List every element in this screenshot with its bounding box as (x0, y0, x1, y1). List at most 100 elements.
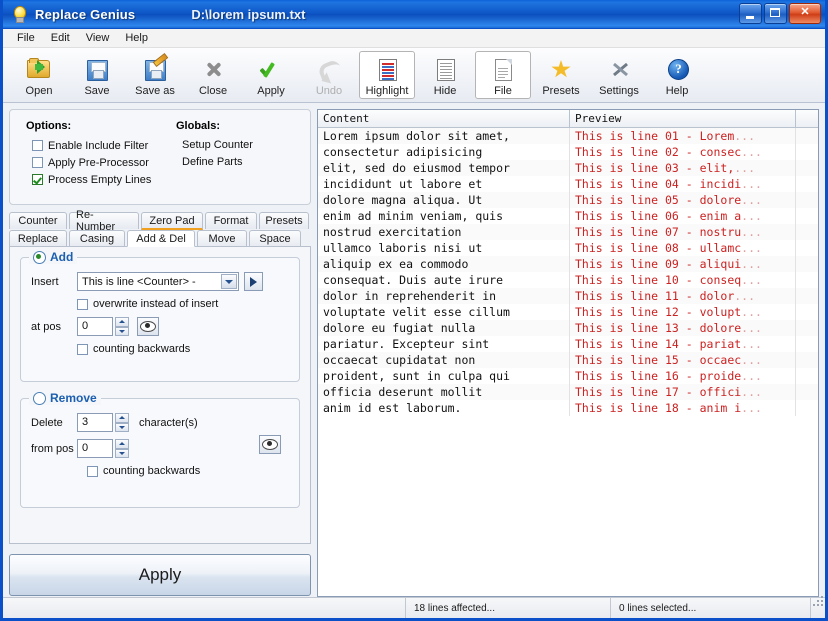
option-enable-include-filter[interactable]: Enable Include Filter (32, 137, 176, 154)
toolbar-save-button[interactable]: Save (69, 51, 125, 99)
table-row[interactable]: incididunt ut labore et This is line 04 -… (318, 176, 818, 192)
table-row[interactable]: aliquip ex ea commodo This is line 09 - a… (318, 256, 818, 272)
cell-extra (796, 336, 818, 352)
checkbox-enable-include-filter[interactable] (32, 140, 43, 151)
menu-item-file[interactable]: File (9, 31, 43, 45)
checkbox-remove-counting-backwards[interactable] (87, 465, 98, 477)
remove-preview-button[interactable] (259, 435, 281, 454)
table-row[interactable]: dolore magna aliqua. Ut This is line 05 -… (318, 192, 818, 208)
tab-counter[interactable]: Counter (9, 212, 67, 229)
tab-move[interactable]: Move (197, 230, 247, 247)
toolbar-help-button[interactable]: ? Help (649, 51, 705, 99)
delete-spin-buttons[interactable] (115, 413, 129, 432)
tab-replace[interactable]: Replace (9, 230, 67, 247)
table-row[interactable]: dolore eu fugiat nulla This is line 13 - … (318, 320, 818, 336)
toolbar-hide-button[interactable]: Hide (417, 51, 473, 99)
overwrite-row[interactable]: overwrite instead of insert (77, 298, 289, 310)
menu-item-edit[interactable]: Edit (43, 31, 78, 45)
checkbox-process-empty-lines[interactable] (32, 174, 43, 185)
add-counting-backwards-row[interactable]: counting backwards (77, 343, 289, 355)
table-row[interactable]: consequat. Duis aute irure This is line 1… (318, 272, 818, 288)
delete-count-input[interactable]: 3 (77, 413, 113, 432)
from-pos-spin-buttons[interactable] (115, 439, 129, 458)
option-process-empty-lines[interactable]: Process Empty Lines (32, 171, 176, 188)
table-row[interactable]: ullamco laboris nisi ut This is line 08 -… (318, 240, 818, 256)
table-row[interactable]: nostrud exercitation This is line 07 - no… (318, 224, 818, 240)
insert-go-button[interactable] (244, 272, 263, 291)
eye-icon (262, 439, 278, 450)
globals-heading: Globals: (176, 120, 221, 132)
globals-define-parts-link[interactable]: Define Parts (182, 154, 306, 171)
table-row[interactable]: voluptate velit esse cillum This is line … (318, 304, 818, 320)
spin-up-icon[interactable] (115, 317, 129, 327)
at-pos-input[interactable]: 0 (77, 317, 113, 336)
toolbar-settings-button[interactable]: Settings (591, 51, 647, 99)
globals-setup-counter-link[interactable]: Setup Counter (182, 137, 306, 154)
table-row[interactable]: proident, sunt in culpa qui This is line … (318, 368, 818, 384)
tab-space[interactable]: Space (249, 230, 301, 247)
at-pos-spin-buttons[interactable] (115, 317, 129, 336)
menu-item-view[interactable]: View (78, 31, 118, 45)
remove-group-legend[interactable]: Remove (29, 391, 101, 405)
checkbox-add-counting-backwards[interactable] (77, 343, 88, 355)
radio-remove[interactable] (33, 391, 46, 405)
cell-preview: This is line 17 - offici ... (570, 384, 796, 400)
toolbar-close-button[interactable]: Close (185, 51, 241, 99)
tab-add-and-del[interactable]: Add & Del (127, 230, 195, 247)
remove-counting-backwards-row[interactable]: counting backwards (87, 465, 251, 477)
table-row[interactable]: anim id est laborum. This is line 18 - an… (318, 400, 818, 416)
column-header-preview[interactable]: Preview (570, 110, 796, 127)
table-row[interactable]: consectetur adipisicing This is line 02 -… (318, 144, 818, 160)
toolbar-save-as-button[interactable]: Save as (127, 51, 183, 99)
checkbox-overwrite-instead-of-insert[interactable] (77, 298, 88, 310)
tab-format[interactable]: Format (205, 212, 257, 229)
hide-lines-icon (431, 56, 459, 82)
table-row[interactable]: dolor in reprehenderit in This is line 11… (318, 288, 818, 304)
toolbar-file-button[interactable]: File (475, 51, 531, 99)
spin-up-icon[interactable] (115, 413, 129, 423)
toolbar-open-button[interactable]: Open (11, 51, 67, 99)
from-pos-stepper[interactable]: 0 (77, 439, 129, 458)
toolbar-highlight-button[interactable]: Highlight (359, 51, 415, 99)
table-row[interactable]: Lorem ipsum dolor sit amet, This is line … (318, 128, 818, 144)
table-row[interactable]: pariatur. Excepteur sint This is line 14 … (318, 336, 818, 352)
apply-button[interactable]: Apply (9, 554, 311, 596)
status-segment-1 (3, 598, 406, 618)
table-row[interactable]: elit, sed do eiusmod tempor This is line … (318, 160, 818, 176)
add-preview-button[interactable] (137, 317, 159, 336)
spin-down-icon[interactable] (115, 448, 129, 458)
chevron-down-icon[interactable] (221, 274, 237, 289)
table-row[interactable]: officia deserunt mollit This is line 17 -… (318, 384, 818, 400)
spin-up-icon[interactable] (115, 439, 129, 449)
checkbox-apply-pre-processor[interactable] (32, 157, 43, 168)
insert-combobox[interactable]: This is line <Counter> - (77, 272, 239, 291)
menu-item-help[interactable]: Help (117, 31, 156, 45)
delete-stepper[interactable]: 3 (77, 413, 129, 432)
table-row[interactable]: enim ad minim veniam, quis This is line 0… (318, 208, 818, 224)
tab-zero-pad[interactable]: Zero Pad (141, 212, 203, 230)
from-pos-input[interactable]: 0 (77, 439, 113, 458)
spin-down-icon[interactable] (115, 326, 129, 336)
toolbar-presets-button[interactable]: Presets (533, 51, 589, 99)
tab-re-number[interactable]: Re-Number (69, 209, 139, 233)
cell-extra (796, 208, 818, 224)
cell-preview: This is line 15 - occaec ... (570, 352, 796, 368)
tab-presets[interactable]: Presets (259, 212, 309, 229)
toolbar-help-label: Help (665, 85, 689, 97)
column-header-content[interactable]: Content (318, 110, 570, 127)
column-header-extra[interactable] (796, 110, 818, 127)
content-preview-list[interactable]: Content Preview Lorem ipsum dolor sit am… (317, 109, 819, 597)
option-apply-pre-processor[interactable]: Apply Pre-Processor (32, 154, 176, 171)
minimize-button[interactable] (739, 3, 762, 24)
radio-add[interactable] (33, 250, 46, 264)
add-group-legend[interactable]: Add (29, 250, 78, 264)
maximize-button[interactable] (764, 3, 787, 24)
toolbar-apply-button[interactable]: Apply (243, 51, 299, 99)
close-icon[interactable]: ✕ (789, 3, 821, 24)
tab-casing[interactable]: Casing (69, 230, 125, 247)
file-path-title: D:\lorem ipsum.txt (191, 6, 306, 22)
spin-down-icon[interactable] (115, 422, 129, 432)
at-pos-stepper[interactable]: 0 (77, 317, 129, 336)
table-row[interactable]: occaecat cupidatat non This is line 15 - … (318, 352, 818, 368)
eye-icon (140, 321, 156, 332)
